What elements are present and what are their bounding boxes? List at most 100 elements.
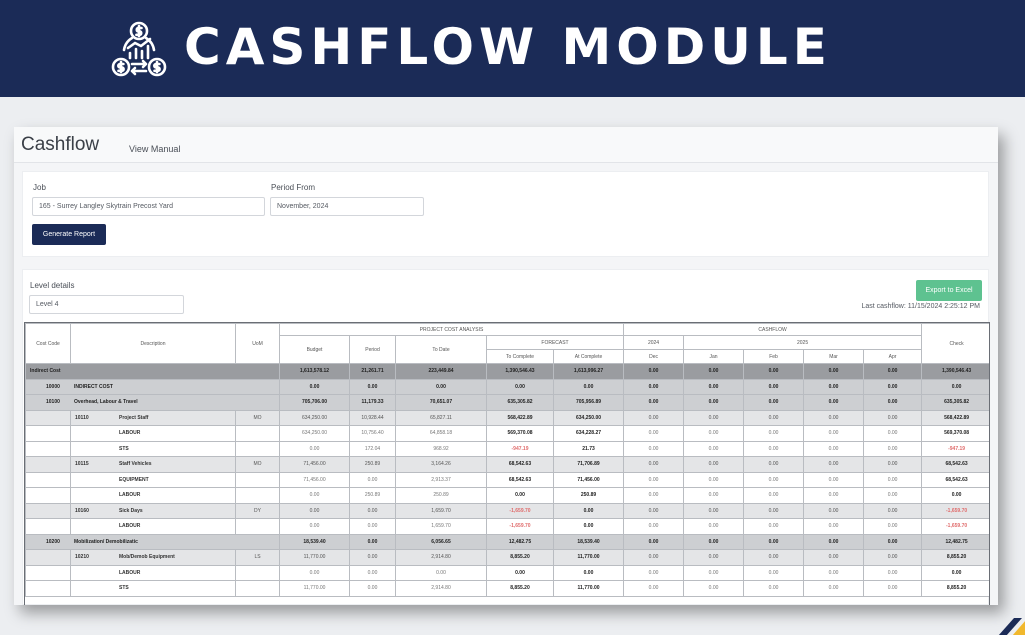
cell-apr: 0.00 <box>863 518 923 535</box>
col-uom: UoM <box>235 323 280 364</box>
cell-feb: 0.00 <box>743 378 805 395</box>
col-apr: Apr <box>863 349 923 364</box>
cell-dec: 0.00 <box>623 549 685 566</box>
cell-to-complete: 635,305.82 <box>486 394 554 411</box>
cell-mar: 0.00 <box>803 425 865 442</box>
cell-check: -1,659.70 <box>921 502 989 519</box>
cell-description: Overhead, Labour & Travel <box>74 399 138 406</box>
col-to-complete: To Complete <box>486 349 554 364</box>
table-row[interactable]: LABOUR 0.00 0.00 1,659.70 -1,659.70 0.00 0.00 0… <box>25 518 989 535</box>
cell-to-complete: 0.00 <box>486 487 554 504</box>
cell-dec: 0.00 <box>623 363 685 380</box>
cell-jan: 0.00 <box>683 471 745 488</box>
cell-uom: LS <box>235 549 280 566</box>
cell-code-description: STS <box>70 580 236 597</box>
cell-to-date: 1,659.70 <box>395 518 487 535</box>
period-from-label: Period From <box>271 183 316 192</box>
cell-check: 68,542.63 <box>921 456 989 473</box>
table-row[interactable]: 10160 Sick Days DY 0.00 0.00 1,659.70 -1,659.7… <box>25 502 989 519</box>
cell-to-date: 250.89 <box>395 487 487 504</box>
cell-uom <box>235 487 280 504</box>
cell-check: 0.00 <box>921 378 989 395</box>
period-from-picker[interactable]: November, 2024 <box>270 197 424 216</box>
generate-report-button[interactable]: Generate Report <box>32 224 106 245</box>
cell-check: -1,659.70 <box>921 518 989 535</box>
table-row[interactable]: 10115 Staff Vehicles MO 71,456.00 250.89 3,16… <box>25 456 989 473</box>
view-manual-link[interactable]: View Manual <box>129 144 180 154</box>
cell-at-complete: 18,539.40 <box>552 533 625 550</box>
cell-to-complete: 0.00 <box>486 564 554 581</box>
cell-to-date: 1,659.70 <box>395 502 487 519</box>
cell-period: 10,928.44 <box>349 409 396 426</box>
table-row[interactable]: STS 0.00 172.04 968.92 -947.19 21.73 0.00 0.00 0… <box>25 440 989 457</box>
cell-empty <box>25 580 71 597</box>
cell-description: LABOUR <box>119 569 141 576</box>
cell-budget: 0.00 <box>279 440 350 457</box>
cell-period: 250.89 <box>349 487 396 504</box>
cell-code-description: STS <box>70 440 236 457</box>
cell-uom: MO <box>235 409 280 426</box>
cell-period: 0.00 <box>349 580 396 597</box>
col-at-complete: At Complete <box>552 349 625 364</box>
cell-to-date: 0.00 <box>395 564 487 581</box>
level-select[interactable]: Level 4 <box>29 295 184 314</box>
table-row[interactable]: LABOUR 0.00 250.89 250.89 0.00 250.89 0.00 0.00… <box>25 487 989 504</box>
cell-feb: 0.00 <box>743 363 805 380</box>
cell-budget: 11,770.00 <box>279 549 350 566</box>
cell-to-date: 2,914.80 <box>395 580 487 597</box>
table-row[interactable]: EQUIPMENT 71,456.00 0.00 2,913.37 68,542.63 7… <box>25 471 989 488</box>
cell-at-complete: 21.73 <box>552 440 625 457</box>
cell-to-date: 3,164.26 <box>395 456 487 473</box>
cell-description: Mob/Demob Equipment <box>119 554 175 561</box>
cell-to-date: 2,914.80 <box>395 549 487 566</box>
cashflow-table-container[interactable]: Cost Code Description UoM PROJECT COST A… <box>24 322 990 605</box>
cell-budget: 71,456.00 <box>279 456 350 473</box>
cell-code-description: 10110 Project Staff <box>70 409 236 426</box>
cell-code: 10160 <box>75 507 89 514</box>
cell-description: Project Staff <box>119 414 149 421</box>
group-project-cost-analysis: PROJECT COST ANALYSIS <box>278 323 625 336</box>
cell-mar: 0.00 <box>803 487 865 504</box>
cell-dec: 0.00 <box>623 518 685 535</box>
cell-dec: 0.00 <box>623 471 685 488</box>
cell-feb: 0.00 <box>743 564 805 581</box>
cell-dec: 0.00 <box>623 440 685 457</box>
report-filter-card: Job 165 - Surrey Langley Skytrain Precos… <box>22 171 989 257</box>
table-row[interactable]: 10110 Project Staff MO 634,250.00 10,928.44 6… <box>25 409 989 426</box>
group-cashflow: CASHFLOW <box>623 323 923 336</box>
cell-mar: 0.00 <box>803 502 865 519</box>
table-row[interactable]: 10200 Mobilization/ Demobilizatic 18,539.4… <box>25 533 989 550</box>
group-forecast: FORECAST <box>485 335 625 350</box>
cell-jan: 0.00 <box>683 425 745 442</box>
table-row[interactable]: Indirect Cost 1,613,578.12 21,261.71 223,44… <box>25 363 989 380</box>
cell-dec: 0.00 <box>623 378 685 395</box>
cell-empty <box>25 549 71 566</box>
table-row[interactable]: 10100 Overhead, Labour & Travel 705,706.00… <box>25 394 989 411</box>
table-row[interactable]: 10210 Mob/Demob Equipment LS 11,770.00 0.00 2… <box>25 549 989 566</box>
cell-at-complete: 11,770.00 <box>552 549 625 566</box>
table-row[interactable]: STS 11,770.00 0.00 2,914.80 8,855.20 11,770.0… <box>25 580 989 597</box>
export-to-excel-button[interactable]: Export to Excel <box>916 280 982 301</box>
cell-check: 12,482.75 <box>921 533 989 550</box>
cell-mar: 0.00 <box>803 409 865 426</box>
cell-at-complete: 705,956.89 <box>552 394 625 411</box>
table-row[interactable]: LABOUR 634,250.00 10,756.40 64,858.18 569,37… <box>25 425 989 442</box>
cell-dec: 0.00 <box>623 487 685 504</box>
cell-period: 21,261.71 <box>349 363 396 380</box>
table-row[interactable]: LABOUR 0.00 0.00 0.00 0.00 0.00 0.00 0.00 0.00 0.… <box>25 564 989 581</box>
cell-jan: 0.00 <box>683 363 745 380</box>
job-select[interactable]: 165 - Surrey Langley Skytrain Precost Ya… <box>32 197 265 216</box>
table-row[interactable]: 10000 INDIRECT COST 0.00 0.00 0.00 0.00 0.00 0.… <box>25 378 989 395</box>
cell-budget: 634,250.00 <box>279 425 350 442</box>
cell-jan: 0.00 <box>683 440 745 457</box>
cell-to-complete: 568,422.89 <box>486 409 554 426</box>
col-dec: Dec <box>623 349 685 364</box>
cell-to-complete: 8,855.20 <box>486 580 554 597</box>
cell-to-complete: 0.00 <box>486 378 554 395</box>
cell-description: LABOUR <box>119 492 141 499</box>
cell-feb: 0.00 <box>743 549 805 566</box>
cell-period: 0.00 <box>349 564 396 581</box>
cell-feb: 0.00 <box>743 409 805 426</box>
cell-dec: 0.00 <box>623 580 685 597</box>
cell-check: -947.19 <box>921 440 989 457</box>
